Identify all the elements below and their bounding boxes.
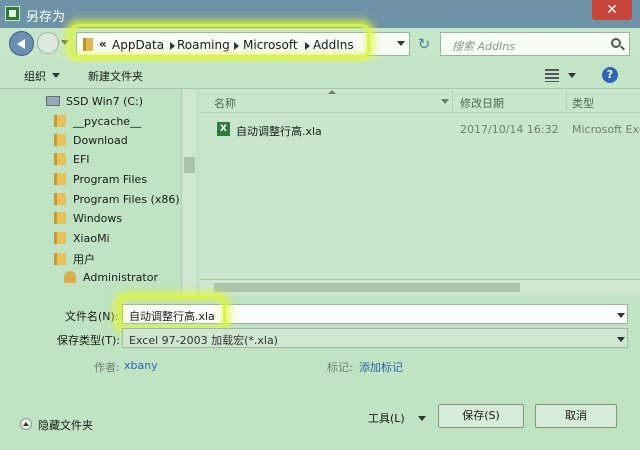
column-header-type[interactable]: 类型: [572, 95, 594, 111]
chevron-down-icon[interactable]: [418, 416, 426, 421]
breadcrumb-separator-icon[interactable]: [170, 42, 175, 50]
file-type: Microsoft Excel: [572, 123, 640, 136]
file-name: 自动调整行高.xla: [236, 125, 322, 138]
recent-locations-dropdown-icon[interactable]: [61, 40, 69, 45]
sort-ascending-icon: [328, 90, 336, 94]
navigation-pane: SSD Win7 (C:) __pycache__ Download EFI P…: [0, 89, 196, 296]
back-button[interactable]: [9, 31, 34, 56]
breadcrumb-addins[interactable]: AddIns: [313, 38, 354, 52]
folder-icon: [54, 115, 66, 127]
nav-item-users[interactable]: 用户: [54, 251, 95, 269]
filetype-value: Excel 97-2003 加载宏(*.xla): [129, 334, 278, 347]
nav-item-label: SSD Win7 (C:): [66, 95, 144, 108]
new-folder-button[interactable]: 新建文件夹: [88, 68, 143, 84]
hide-folders-button[interactable]: 隐藏文件夹: [38, 417, 93, 433]
file-date: 2017/10/14 16:32: [460, 123, 559, 136]
address-dropdown-icon[interactable]: [397, 41, 405, 46]
folder-icon: [54, 134, 66, 146]
filetype-label: 保存类型(T):: [57, 334, 121, 347]
breadcrumb-overflow-button[interactable]: «: [99, 37, 107, 51]
nav-scrollbar-thumb[interactable]: [184, 157, 195, 173]
file-list-pane: 名称 修改日期 类型 X 自动调整行高.xla 2017/10/14 16:32…: [200, 89, 640, 296]
author-label: 作者:: [94, 361, 120, 374]
breadcrumb-separator-icon[interactable]: [305, 42, 310, 50]
search-icon[interactable]: [611, 38, 621, 48]
author-value[interactable]: xbany: [124, 359, 158, 372]
nav-scrollbar[interactable]: [181, 89, 196, 296]
nav-item-label: __pycache__: [73, 115, 142, 128]
nav-item-label: Windows: [73, 212, 123, 225]
filetype-dropdown-icon[interactable]: [617, 337, 625, 342]
forward-button[interactable]: [37, 32, 59, 54]
drive-icon: [46, 96, 60, 106]
file-row[interactable]: X 自动调整行高.xla 2017/10/14 16:32 Microsoft …: [200, 119, 640, 139]
folder-icon: [83, 38, 93, 51]
organize-button[interactable]: 组织: [24, 68, 46, 84]
chevron-down-icon[interactable]: [52, 73, 60, 78]
nav-item-label: Administrator: [83, 271, 158, 284]
column-header-row: 名称 修改日期 类型: [200, 89, 640, 113]
filename-field[interactable]: 自动调整行高.xla: [122, 304, 628, 324]
close-button[interactable]: ✕: [592, 0, 632, 20]
breadcrumb-microsoft[interactable]: Microsoft: [243, 38, 298, 52]
refresh-icon[interactable]: ↻: [414, 34, 434, 54]
tools-button[interactable]: 工具(L): [368, 410, 405, 426]
nav-item-label: Download: [73, 134, 128, 147]
nav-item-windows[interactable]: Windows: [54, 212, 122, 230]
title-bar: 另存为 ✕: [0, 0, 640, 28]
search-placeholder: 搜索 AddIns: [452, 40, 515, 53]
column-filter-dropdown-icon[interactable]: [441, 99, 449, 104]
address-bar[interactable]: « AppData Roaming Microsoft AddIns: [76, 32, 410, 56]
folder-icon: [54, 253, 66, 265]
toolbar: 组织 新建文件夹 ?: [0, 62, 640, 89]
excel-file-icon: X: [217, 122, 230, 136]
nav-item-xiaomi[interactable]: XiaoMi: [54, 232, 110, 250]
user-folder-icon: [64, 271, 76, 283]
nav-item-program-files[interactable]: Program Files: [54, 173, 147, 191]
save-button[interactable]: 保存(S): [438, 404, 524, 428]
collapse-icon[interactable]: [20, 418, 32, 430]
address-row: « AppData Roaming Microsoft AddIns ↻ 搜索 …: [0, 24, 640, 62]
nav-item-drive-c[interactable]: SSD Win7 (C:): [46, 95, 143, 113]
folder-icon: [54, 212, 66, 224]
excel-app-icon: [5, 6, 20, 21]
add-tags-link[interactable]: 添加标记: [359, 359, 403, 375]
nav-item-label: EFI: [73, 153, 90, 166]
nav-item-label: Program Files (x86): [73, 193, 180, 206]
horizontal-scrollbar[interactable]: [200, 279, 640, 294]
save-form: 文件名(N): 自动调整行高.xla 保存类型(T): Excel 97-200…: [0, 296, 640, 450]
column-header-name[interactable]: 名称: [214, 95, 236, 111]
chevron-down-icon[interactable]: [568, 73, 576, 78]
folder-icon: [54, 232, 66, 244]
horizontal-scrollbar-thumb[interactable]: [214, 283, 520, 292]
column-divider[interactable]: [452, 91, 453, 111]
tags-label: 标记:: [327, 361, 353, 374]
nav-item-administrator[interactable]: Administrator: [64, 271, 158, 289]
folder-icon: [54, 153, 66, 165]
help-icon[interactable]: ?: [602, 67, 618, 83]
breadcrumb-appdata[interactable]: AppData: [112, 38, 164, 52]
filetype-select[interactable]: Excel 97-2003 加载宏(*.xla): [122, 328, 628, 348]
filename-value: 自动调整行高.xla: [129, 310, 215, 323]
folder-icon: [54, 193, 66, 205]
search-input[interactable]: 搜索 AddIns: [440, 32, 630, 56]
cancel-button[interactable]: 取消: [535, 404, 617, 428]
folder-icon: [54, 173, 66, 185]
breadcrumb-roaming[interactable]: Roaming: [177, 38, 230, 52]
column-divider[interactable]: [566, 91, 567, 111]
nav-item-pycache[interactable]: __pycache__: [54, 115, 141, 133]
column-header-date[interactable]: 修改日期: [460, 95, 504, 111]
view-options-icon[interactable]: [545, 69, 559, 82]
filename-label: 文件名(N):: [65, 310, 119, 323]
nav-item-label: Program Files: [73, 173, 148, 186]
nav-item-label: 用户: [73, 253, 95, 266]
nav-item-program-files-x86[interactable]: Program Files (x86): [54, 193, 180, 211]
breadcrumb-separator-icon[interactable]: [234, 42, 239, 50]
window-title: 另存为: [26, 10, 66, 25]
nav-item-label: XiaoMi: [73, 232, 110, 245]
filename-dropdown-icon[interactable]: [617, 313, 625, 318]
nav-item-efi[interactable]: EFI: [54, 153, 90, 171]
nav-item-download[interactable]: Download: [54, 134, 128, 152]
